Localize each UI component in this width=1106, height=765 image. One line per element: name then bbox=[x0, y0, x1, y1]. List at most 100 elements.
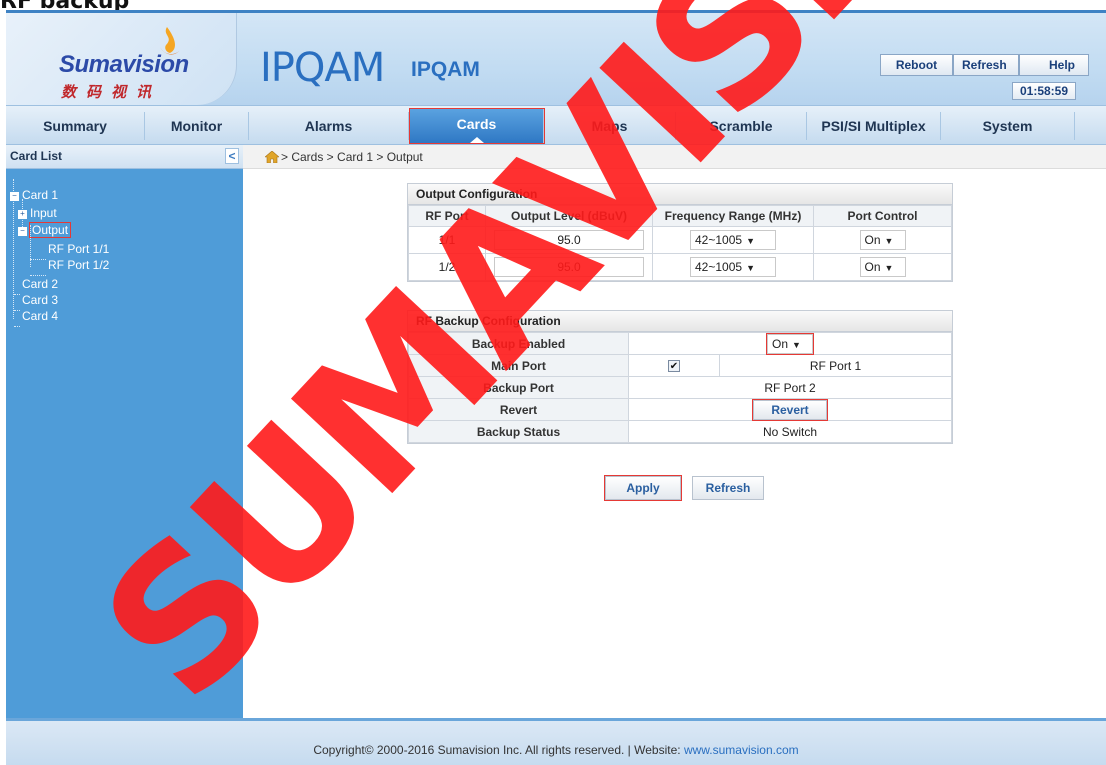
website-link[interactable]: www.sumavision.com bbox=[684, 743, 799, 757]
sidebar-title: Card List bbox=[10, 149, 63, 163]
clock: 01:58:59 bbox=[1012, 82, 1076, 100]
nav-monitor[interactable]: Monitor bbox=[145, 112, 249, 140]
logo-text: Sumavision bbox=[59, 51, 189, 78]
breadcrumb: > Cards > Card 1 > Output bbox=[243, 145, 1106, 169]
table-row: Backup Port RF Port 2 bbox=[408, 376, 952, 399]
collapse-icon[interactable]: − bbox=[10, 192, 19, 201]
select-value: On bbox=[864, 233, 881, 247]
revert-label: Revert bbox=[408, 398, 629, 421]
tree-connector bbox=[30, 259, 46, 260]
revert-button[interactable]: Revert bbox=[752, 398, 828, 421]
refresh-top-button[interactable]: Refresh bbox=[953, 54, 1019, 76]
backup-enabled-cell: On ▼ bbox=[628, 332, 952, 355]
footer: Copyright© 2000-2016 Sumavision Inc. All… bbox=[6, 718, 1106, 765]
main-content: > Cards > Card 1 > Output Output Configu… bbox=[243, 145, 1106, 718]
expand-icon[interactable]: + bbox=[18, 210, 27, 219]
dropdown-arrow-icon: ▼ bbox=[746, 263, 755, 273]
rf-backup-configuration-panel: RF Backup Configuration Backup Enabled O… bbox=[407, 310, 953, 444]
copyright-text: Copyright© 2000-2016 Sumavision Inc. All… bbox=[313, 743, 684, 757]
logo-chinese-text: 数码视讯 bbox=[61, 83, 162, 101]
column-header: Output Level (dBuV) bbox=[485, 205, 653, 227]
sidebar-header: Card List < bbox=[6, 145, 243, 169]
tree-item-input[interactable]: + Input bbox=[18, 205, 57, 221]
port-control-select[interactable]: On ▼ bbox=[859, 257, 906, 277]
table-header-row: RF Port Output Level (dBuV) Frequency Ra… bbox=[408, 205, 952, 227]
rf-backup-configuration-title: RF Backup Configuration bbox=[408, 311, 952, 332]
reboot-button[interactable]: Reboot bbox=[880, 54, 953, 76]
output-configuration-table: RF Port Output Level (dBuV) Frequency Ra… bbox=[408, 205, 952, 281]
backup-status-value: No Switch bbox=[628, 420, 952, 443]
tree-connector bbox=[14, 294, 20, 295]
main-port-checkbox[interactable]: ✔ bbox=[668, 360, 680, 373]
tree-item-card3[interactable]: Card 3 bbox=[22, 292, 58, 308]
tree-item-output[interactable]: − Output bbox=[18, 222, 72, 238]
backup-port-label: Backup Port bbox=[408, 376, 629, 399]
footer-text: Copyright© 2000-2016 Sumavision Inc. All… bbox=[6, 743, 1106, 757]
table-row: 1/1 95.0 42~1005 ▼ On ▼ bbox=[408, 226, 952, 254]
table-row: Backup Status No Switch bbox=[408, 420, 952, 443]
output-level-cell: 95.0 bbox=[485, 226, 653, 254]
column-header: Port Control bbox=[813, 205, 952, 227]
nav-alarms[interactable]: Alarms bbox=[249, 112, 409, 140]
nav-maps[interactable]: Maps bbox=[544, 112, 676, 140]
nav-psi-si-multiplex[interactable]: PSI/SI Multiplex bbox=[807, 112, 941, 140]
nav-system[interactable]: System bbox=[941, 112, 1075, 140]
frequency-range-cell: 42~1005 ▼ bbox=[652, 226, 814, 254]
tree-item-card1[interactable]: − Card 1 bbox=[10, 187, 58, 203]
frequency-range-cell: 42~1005 ▼ bbox=[652, 253, 814, 281]
tree-item-card4[interactable]: Card 4 bbox=[22, 308, 58, 324]
help-button[interactable]: Help bbox=[1019, 54, 1089, 76]
revert-cell: Revert bbox=[628, 398, 952, 421]
dropdown-arrow-icon: ▼ bbox=[884, 236, 894, 246]
tree-item-rf-port-1-1[interactable]: RF Port 1/1 bbox=[48, 241, 109, 257]
main-nav: Summary Monitor Alarms Cards Maps Scramb… bbox=[6, 105, 1106, 145]
frequency-range-select[interactable]: 42~1005 ▼ bbox=[690, 230, 776, 250]
tree-label-output: Output bbox=[28, 222, 72, 238]
table-row: Backup Enabled On ▼ bbox=[408, 332, 952, 355]
product-name-small: IPQAM bbox=[411, 58, 480, 81]
frequency-range-select[interactable]: 42~1005 ▼ bbox=[690, 257, 776, 277]
tree-item-card2[interactable]: Card 2 bbox=[22, 276, 58, 292]
table-row: Main Port ✔ RF Port 1 bbox=[408, 354, 952, 377]
output-configuration-panel: Output Configuration RF Port Output Leve… bbox=[407, 183, 953, 282]
column-header: Frequency Range (MHz) bbox=[652, 205, 814, 227]
backup-status-label: Backup Status bbox=[408, 420, 629, 443]
collapse-icon[interactable]: − bbox=[18, 227, 27, 236]
home-icon[interactable] bbox=[265, 151, 279, 163]
table-row: Revert Revert bbox=[408, 398, 952, 421]
select-value: 42~1005 bbox=[695, 233, 743, 247]
column-header: RF Port bbox=[408, 205, 486, 227]
select-value: On bbox=[864, 260, 881, 274]
tree-label-input: Input bbox=[30, 206, 57, 220]
main-port-checkbox-cell: ✔ bbox=[628, 354, 720, 377]
refresh-button[interactable]: Refresh bbox=[692, 476, 764, 500]
logo-panel: Sumavision 数码视讯 bbox=[6, 13, 237, 105]
nav-summary[interactable]: Summary bbox=[6, 112, 145, 140]
port-control-select[interactable]: On ▼ bbox=[859, 230, 906, 250]
main-port-value: RF Port 1 bbox=[719, 354, 952, 377]
output-level-input[interactable]: 95.0 bbox=[494, 230, 644, 250]
tree-connector bbox=[14, 326, 20, 327]
backup-enabled-label: Backup Enabled bbox=[408, 332, 629, 355]
select-value: 42~1005 bbox=[695, 260, 743, 274]
dropdown-arrow-icon: ▼ bbox=[884, 263, 894, 273]
rf-port-cell: 1/1 bbox=[408, 226, 486, 254]
dropdown-arrow-icon: ▼ bbox=[746, 236, 755, 246]
tree-item-rf-port-1-2[interactable]: RF Port 1/2 bbox=[48, 257, 109, 273]
output-level-input[interactable]: 95.0 bbox=[494, 257, 644, 277]
port-control-cell: On ▼ bbox=[813, 226, 952, 254]
output-level-cell: 95.0 bbox=[485, 253, 653, 281]
nav-cards[interactable]: Cards bbox=[409, 108, 545, 144]
select-value: On bbox=[772, 336, 789, 351]
rf-port-cell: 1/2 bbox=[408, 253, 486, 281]
nav-scramble[interactable]: Scramble bbox=[676, 112, 807, 140]
header: Sumavision 数码视讯 IPQAM IPQAM Reboot Refre… bbox=[6, 10, 1106, 105]
dropdown-arrow-icon: ▼ bbox=[792, 339, 801, 350]
apply-button[interactable]: Apply bbox=[604, 475, 682, 501]
breadcrumb-path: > Cards > Card 1 > Output bbox=[281, 150, 423, 164]
main-port-label: Main Port bbox=[408, 354, 629, 377]
backup-port-value: RF Port 2 bbox=[628, 376, 952, 399]
app-window: Sumavision 数码视讯 IPQAM IPQAM Reboot Refre… bbox=[6, 10, 1106, 765]
backup-enabled-select[interactable]: On ▼ bbox=[766, 332, 814, 355]
collapse-sidebar-icon[interactable]: < bbox=[225, 148, 239, 164]
